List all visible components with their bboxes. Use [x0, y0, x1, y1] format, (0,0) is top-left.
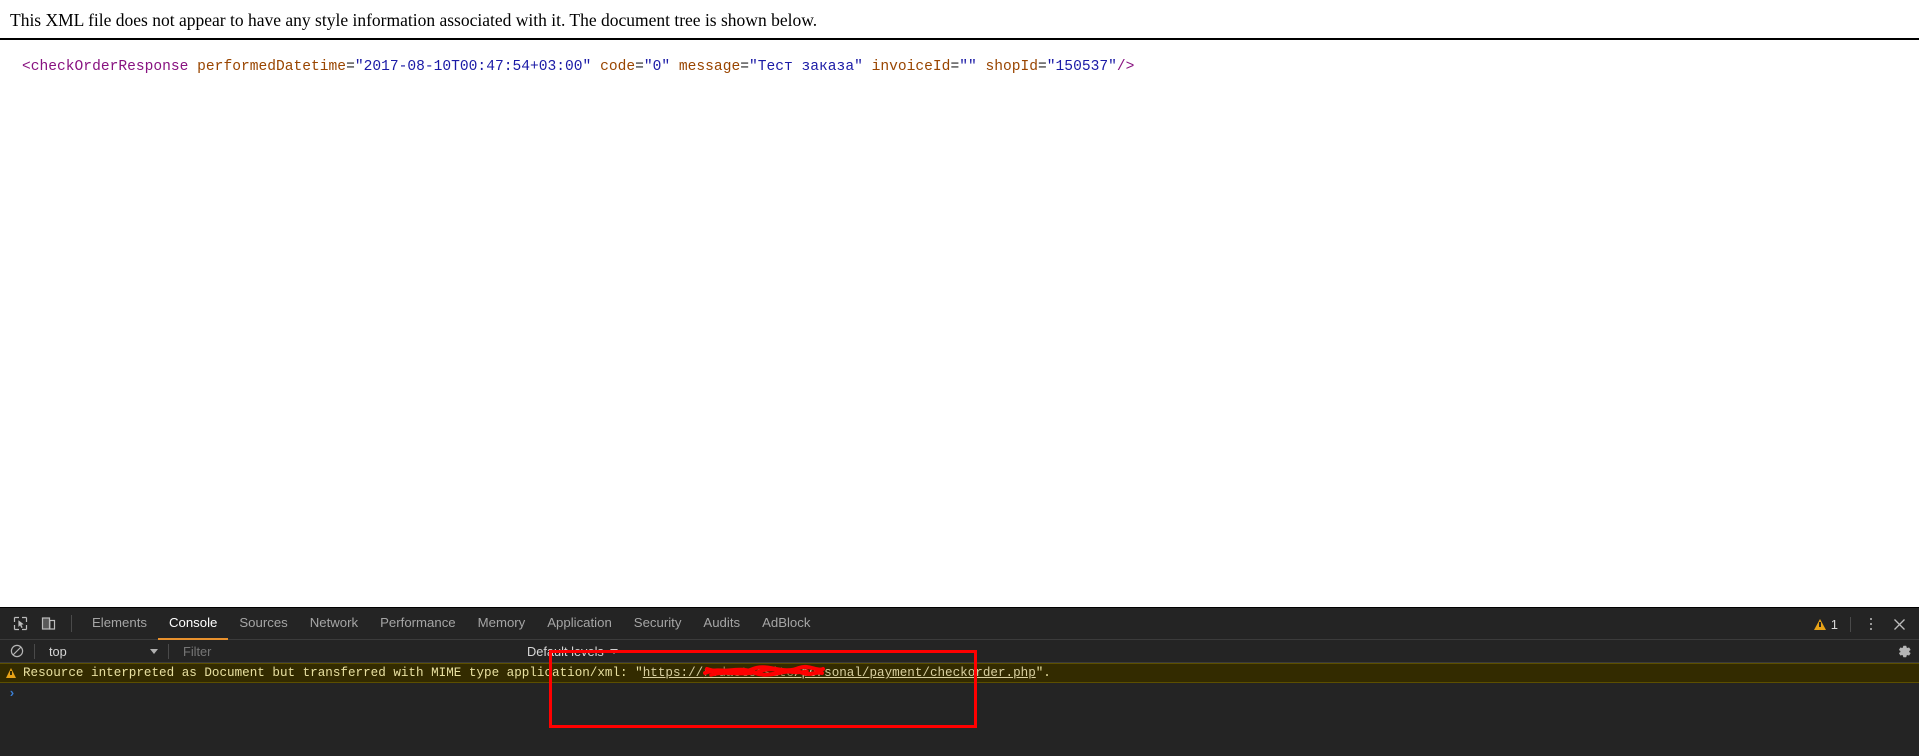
- url-path: /personal/payment/checkorder.php: [793, 666, 1036, 680]
- gear-icon[interactable]: [1897, 640, 1912, 663]
- warning-icon: [1813, 618, 1826, 630]
- xml-attr-name: message: [678, 59, 741, 75]
- console-filter-bar: top Default levels: [0, 640, 1919, 663]
- clear-console-icon[interactable]: [4, 640, 30, 662]
- chevron-down-icon: [150, 648, 158, 654]
- xml-open-bracket: <: [22, 59, 31, 75]
- xml-close-bracket: />: [1116, 59, 1135, 75]
- execution-context-select[interactable]: top: [39, 640, 164, 662]
- execution-context-label: top: [49, 643, 67, 659]
- warning-icon: [6, 668, 16, 678]
- quote-close: ".: [1035, 666, 1051, 680]
- xml-attr-name: shopId: [985, 59, 1039, 75]
- xml-attr-name: invoiceId: [871, 59, 951, 75]
- tab-performance[interactable]: Performance: [369, 608, 467, 640]
- header-divider: [0, 38, 1919, 40]
- tab-elements[interactable]: Elements: [81, 608, 158, 640]
- quote-open: ": [635, 666, 643, 680]
- xml-attr-eq: =: [1038, 59, 1047, 75]
- console-prompt-caret: ›: [8, 685, 16, 701]
- devtools-tab-bar: Elements Console Sources Network Perform…: [0, 608, 1919, 640]
- xml-attr-name: code: [600, 59, 636, 75]
- console-warning-url-link[interactable]: https://redactedsite /personal/payment/c…: [642, 664, 1036, 680]
- tab-sources[interactable]: Sources: [228, 608, 298, 640]
- inspect-element-icon[interactable]: [6, 610, 34, 638]
- chevron-down-icon: [609, 648, 618, 654]
- devtools-tabs: Elements Console Sources Network Perform…: [81, 608, 821, 640]
- toolbar-divider: [1850, 616, 1851, 632]
- console-messages: Resource interpreted as Document but tra…: [0, 663, 1919, 756]
- warning-count-badge[interactable]: 1: [1806, 617, 1846, 632]
- devtools-tab-bar-right: 1: [1806, 608, 1919, 640]
- tab-console[interactable]: Console: [157, 608, 229, 640]
- devtools-panel: Elements Console Sources Network Perform…: [0, 607, 1919, 756]
- device-toolbar-icon[interactable]: [34, 610, 62, 638]
- tab-application[interactable]: Application: [536, 608, 623, 640]
- tab-adblock[interactable]: AdBlock: [751, 608, 821, 640]
- xml-attr-value: "": [959, 59, 977, 75]
- xml-tree: <checkOrderResponse performedDatetime="2…: [0, 48, 1919, 78]
- xml-attr-value: "0": [643, 59, 671, 75]
- filterbar-divider: [168, 643, 169, 659]
- console-warning-row[interactable]: Resource interpreted as Document but tra…: [0, 663, 1919, 683]
- xml-style-notice: This XML file does not appear to have an…: [10, 10, 818, 30]
- more-options-icon[interactable]: [1859, 611, 1883, 637]
- xml-attr-value: "150537": [1046, 59, 1117, 75]
- console-prompt-row[interactable]: ›: [0, 683, 1919, 703]
- console-warning-text: Resource interpreted as Document but tra…: [23, 666, 628, 680]
- xml-attr-eq: =: [950, 59, 960, 75]
- toolbar-divider: [71, 615, 72, 632]
- xml-document-view: This XML file does not appear to have an…: [0, 0, 1919, 607]
- tab-security[interactable]: Security: [623, 608, 693, 640]
- close-icon[interactable]: [1885, 611, 1913, 637]
- console-warning-url-wrapper: "https://redactedsite /personal/payment/…: [635, 664, 1051, 680]
- tab-memory[interactable]: Memory: [467, 608, 537, 640]
- url-host-redacted: redactedsite: [703, 664, 826, 680]
- warning-count-label: 1: [1830, 616, 1838, 632]
- tab-network[interactable]: Network: [299, 608, 369, 640]
- log-levels-select[interactable]: Default levels: [521, 640, 624, 662]
- xml-attr-eq: =: [635, 59, 644, 75]
- xml-tag-name: checkOrderResponse: [30, 59, 189, 75]
- xml-attr-value: "Тест заказа": [748, 59, 863, 75]
- xml-attr-value: "2017-08-10T00:47:54+03:00": [354, 59, 592, 75]
- filterbar-divider: [34, 643, 35, 659]
- xml-attr-eq: =: [740, 59, 749, 75]
- xml-attr-eq: =: [346, 59, 355, 75]
- log-levels-label: Default levels: [527, 643, 604, 659]
- url-scheme: https://: [642, 666, 704, 680]
- xml-attr-name: performedDatetime: [197, 59, 347, 75]
- filter-input[interactable]: [173, 640, 493, 662]
- tab-audits[interactable]: Audits: [692, 608, 751, 640]
